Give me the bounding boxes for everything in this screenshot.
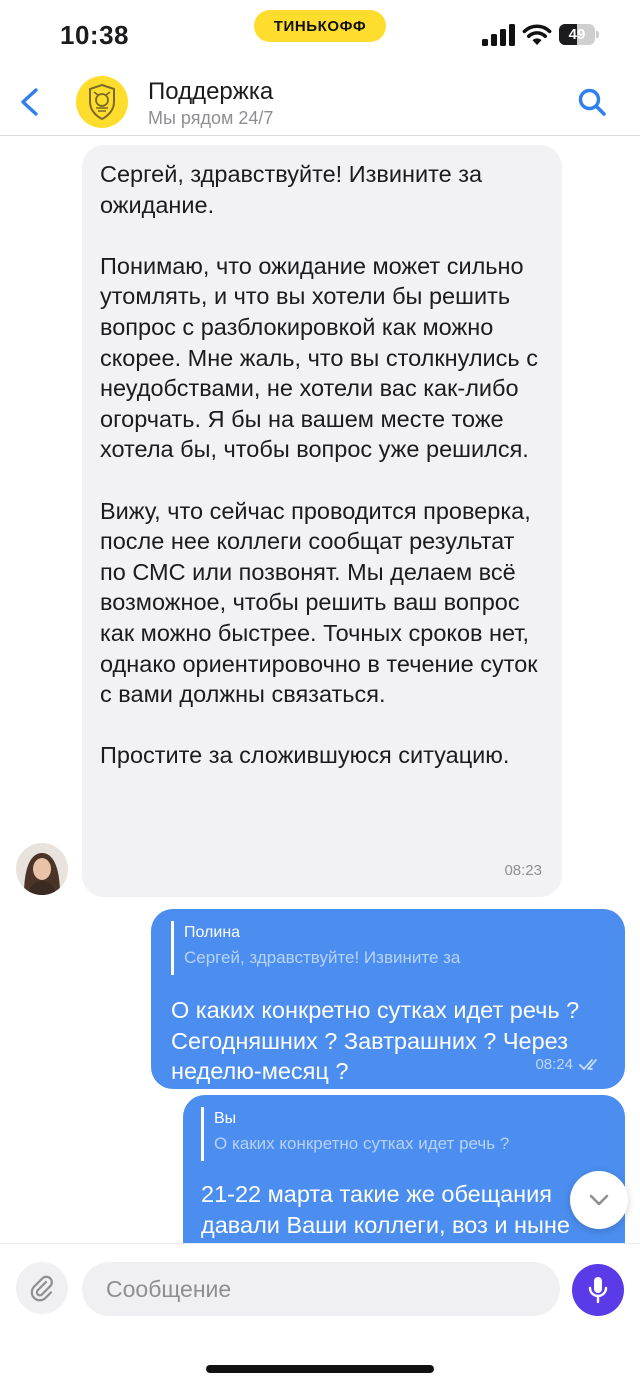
reply-author: Полина [184,924,241,941]
message-paragraph: Сергей, здравствуйте! Извините за ожидан… [100,161,483,218]
paperclip-icon [30,1275,53,1302]
message-time: 08:23 [504,862,542,879]
composer-bar [0,1243,640,1385]
reply-quote[interactable]: Полина Сергей, здравствуйте! Извините за [171,921,603,975]
message-paragraph: Вижу, что сейчас проводится проверка, по… [100,497,538,708]
microphone-button[interactable] [572,1264,624,1316]
message-time: 08:24 [535,1056,573,1073]
message-text: 21-22 марта такие же обещания давали Ваш… [201,1179,603,1240]
message-input[interactable] [82,1262,560,1316]
signal-icon [482,24,515,46]
reply-author: Вы [214,1110,237,1127]
chat-subtitle: Мы рядом 24/7 [148,108,274,128]
scroll-down-button[interactable] [570,1171,628,1229]
tinkoff-logo[interactable] [76,76,128,128]
chat-title: Поддержка [148,78,274,105]
battery-level: 49 [568,26,586,43]
message-line: давали Ваши коллеги, воз и ныне [201,1211,570,1238]
message-meta: 08:24 [535,1056,605,1073]
carrier-pill: ТИНЬКОФФ [254,10,386,42]
message-line: 21-22 марта такие же обещания [201,1181,552,1207]
message-paragraph: Простите за сложившуюся ситуацию. [100,742,510,769]
chat-header: Поддержка Мы рядом 24/7 [0,68,640,136]
double-check-icon [579,1058,597,1070]
search-icon[interactable] [576,86,608,118]
message-paragraph: Понимаю, что ожидание может сильно утомл… [100,252,538,463]
outgoing-message[interactable]: Полина Сергей, здравствуйте! Извините за… [151,909,625,1089]
reply-snippet: Сергей, здравствуйте! Извините за [184,948,461,967]
message-list[interactable]: Сергей, здравствуйте! Извините за ожидан… [0,137,640,1243]
outgoing-message[interactable]: Вы О каких конкретно сутках идет речь ? … [183,1095,625,1243]
home-indicator [206,1365,434,1373]
status-bar: 10:38 ТИНЬКОФФ 49 [0,0,640,68]
microphone-icon [588,1277,608,1304]
back-icon[interactable] [14,82,44,122]
message-text: О каких конкретно сутках идет речь ? Сег… [171,997,580,1085]
chevron-down-icon [589,1194,609,1206]
battery-icon: 49 [559,24,599,45]
reply-quote[interactable]: Вы О каких конкретно сутках идет речь ? [201,1107,603,1161]
attach-button[interactable] [16,1262,68,1314]
agent-avatar[interactable] [16,843,68,895]
wifi-icon [522,24,552,45]
incoming-message[interactable]: Сергей, здравствуйте! Извините за ожидан… [82,145,562,897]
status-time: 10:38 [60,20,129,50]
reply-snippet: О каких конкретно сутках идет речь ? [214,1134,510,1153]
coat-of-arms-icon [89,83,115,121]
